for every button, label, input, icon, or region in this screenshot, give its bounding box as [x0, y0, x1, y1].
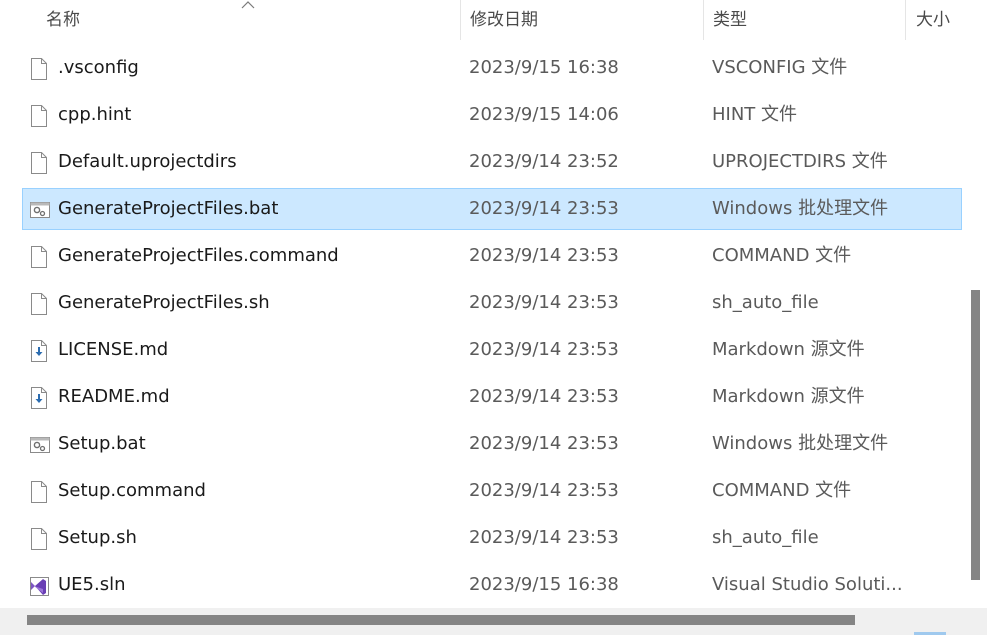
file-name: Default.uprojectdirs: [58, 151, 237, 172]
column-header-bar: 名称 修改日期 类型 大小: [0, 0, 962, 40]
file-list-view: 名称 修改日期 类型 大小 .vsconfig 2023/9/15 16:38 VS…: [0, 0, 987, 635]
markdown-file-icon: [29, 339, 49, 363]
scrollbar-corner: [962, 608, 987, 635]
file-date-modified: 2023/9/14 23:53: [469, 480, 619, 501]
file-type: Windows 批处理文件: [712, 433, 889, 454]
file-date-modified: 2023/9/14 23:53: [469, 245, 619, 266]
file-row[interactable]: .vsconfig 2023/9/15 16:38 VSCONFIG 文件: [22, 47, 962, 89]
file-row[interactable]: cpp.hint 2023/9/15 14:06 HINT 文件: [22, 94, 962, 136]
file-type: sh_auto_file: [712, 292, 819, 313]
vertical-scrollbar[interactable]: [962, 0, 987, 610]
file-name: Setup.command: [58, 480, 206, 501]
blank-file-icon: [29, 245, 49, 269]
file-type: COMMAND 文件: [712, 480, 852, 501]
file-type: Markdown 源文件: [712, 386, 865, 407]
file-type: UPROJECTDIRS 文件: [712, 151, 888, 172]
file-type: Windows 批处理文件: [712, 198, 889, 219]
file-date-modified: 2023/9/15 16:38: [469, 57, 619, 78]
file-name: GenerateProjectFiles.sh: [58, 292, 270, 313]
file-name: LICENSE.md: [58, 339, 169, 360]
blank-file-icon: [29, 151, 49, 175]
file-type: VSCONFIG 文件: [712, 57, 848, 78]
visual-studio-solution-icon: [29, 574, 49, 598]
file-type: Markdown 源文件: [712, 339, 865, 360]
file-row[interactable]: GenerateProjectFiles.sh 2023/9/14 23:53 sh…: [22, 282, 962, 324]
file-date-modified: 2023/9/14 23:53: [469, 386, 619, 407]
sort-ascending-icon: [241, 1, 255, 9]
file-name: GenerateProjectFiles.bat: [58, 198, 279, 219]
file-name: GenerateProjectFiles.command: [58, 245, 339, 266]
file-date-modified: 2023/9/14 23:53: [469, 198, 619, 219]
file-row[interactable]: GenerateProjectFiles.command 2023/9/14 23…: [22, 235, 962, 277]
file-row[interactable]: Default.uprojectdirs 2023/9/14 23:52 UPROJ…: [22, 141, 962, 183]
file-name: cpp.hint: [58, 104, 132, 125]
file-name: .vsconfig: [58, 57, 139, 78]
file-date-modified: 2023/9/15 16:38: [469, 574, 619, 595]
batch-file-icon: [29, 198, 50, 222]
file-row[interactable]: README.md 2023/9/14 23:53 Markdown 源文件: [22, 376, 962, 418]
blank-file-icon: [29, 527, 49, 551]
column-header-size[interactable]: 大小: [905, 0, 962, 40]
file-date-modified: 2023/9/14 23:53: [469, 433, 619, 454]
blank-file-icon: [29, 292, 49, 316]
file-name: README.md: [58, 386, 170, 407]
column-header-name[interactable]: 名称: [0, 0, 460, 40]
file-row[interactable]: UE5.sln 2023/9/15 16:38 Visual Studio Solu…: [22, 564, 962, 606]
horizontal-scrollbar-thumb[interactable]: [27, 615, 855, 625]
markdown-file-icon: [29, 386, 49, 410]
blank-file-icon: [29, 480, 49, 504]
file-name: Setup.sh: [58, 527, 137, 548]
blank-file-icon: [29, 104, 49, 128]
file-row[interactable]: GenerateProjectFiles.bat 2023/9/14 23:53 W…: [22, 188, 962, 230]
file-type: HINT 文件: [712, 104, 798, 125]
file-row[interactable]: LICENSE.md 2023/9/14 23:53 Markdown 源文件: [22, 329, 962, 371]
file-date-modified: 2023/9/14 23:53: [469, 292, 619, 313]
file-date-modified: 2023/9/14 23:52: [469, 151, 619, 172]
file-date-modified: 2023/9/15 14:06: [469, 104, 619, 125]
file-name: UE5.sln: [58, 574, 126, 595]
file-type: COMMAND 文件: [712, 245, 852, 266]
file-type: Visual Studio Soluti...: [712, 574, 903, 595]
vertical-scrollbar-thumb[interactable]: [971, 290, 980, 580]
file-type: sh_auto_file: [712, 527, 819, 548]
file-name: Setup.bat: [58, 433, 146, 454]
batch-file-icon: [29, 433, 50, 457]
file-row[interactable]: Setup.sh 2023/9/14 23:53 sh_auto_file: [22, 517, 962, 559]
horizontal-scrollbar[interactable]: [0, 608, 962, 635]
column-header-date-modified[interactable]: 修改日期: [460, 0, 703, 40]
column-header-type[interactable]: 类型: [703, 0, 905, 40]
file-row[interactable]: Setup.bat 2023/9/14 23:53 Windows 批处理文件: [22, 423, 962, 465]
file-row[interactable]: Setup.command 2023/9/14 23:53 COMMAND 文件: [22, 470, 962, 512]
file-date-modified: 2023/9/14 23:53: [469, 527, 619, 548]
blank-file-icon: [29, 57, 49, 81]
file-date-modified: 2023/9/14 23:53: [469, 339, 619, 360]
